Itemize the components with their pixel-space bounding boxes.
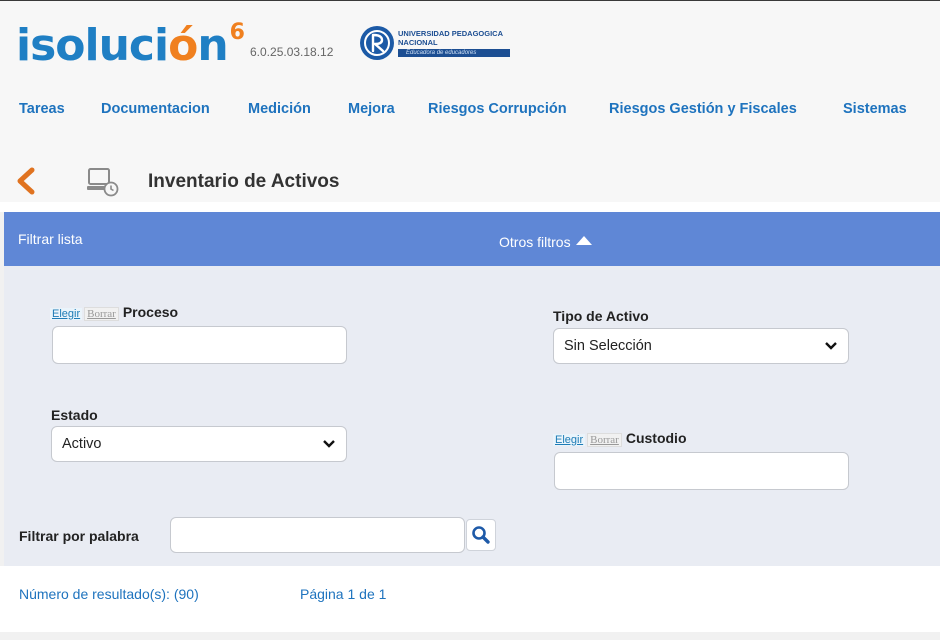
nav-item-mejora[interactable]: Mejora (348, 101, 395, 117)
divider (0, 202, 940, 212)
filter-panel: Elegir Borrar Proceso Tipo de Activo Sin… (4, 266, 940, 566)
page-title: Inventario de Activos (148, 171, 340, 192)
filter-list-label: Filtrar lista (18, 231, 83, 247)
header: isolución 6 6.0.25.03.18.12 UNIVERSIDAD … (0, 0, 940, 210)
logo-check-mark: ó (168, 20, 198, 71)
filter-bar: Filtrar lista Otros filtros (4, 212, 940, 266)
back-button[interactable] (14, 167, 38, 195)
chevron-down-icon (323, 440, 335, 448)
tipo-activo-select[interactable]: Sin Selección (553, 328, 849, 364)
nav-item-tareas[interactable]: Tareas (19, 101, 65, 117)
caret-up-icon (575, 236, 592, 245)
proceso-borrar-link[interactable]: Borrar (84, 307, 119, 321)
proceso-label: Proceso (122, 304, 179, 320)
university-name-line2: NACIONAL (398, 38, 438, 47)
nav-item-riesgos-corrupcion[interactable]: Riesgos Corrupción (428, 101, 567, 117)
custodio-borrar-link[interactable]: Borrar (587, 433, 622, 447)
keyword-input[interactable] (170, 517, 465, 553)
custodio-input[interactable] (554, 452, 849, 490)
estado-label: Estado (51, 407, 98, 423)
proceso-input[interactable] (52, 326, 347, 364)
tipo-activo-value: Sin Selección (564, 338, 652, 354)
chevron-down-icon (825, 342, 837, 350)
search-icon (472, 526, 490, 544)
version-text: 6.0.25.03.18.12 (250, 45, 334, 59)
proceso-elegir-link[interactable]: Elegir (50, 308, 83, 320)
custodio-label: Custodio (625, 430, 687, 446)
estado-value: Activo (62, 436, 102, 452)
university-logo: UNIVERSIDAD PEDAGOGICA NACIONAL Educador… (360, 25, 512, 61)
other-filters-label: Otros filtros (499, 234, 571, 250)
proceso-label-group: Elegir Borrar Proceso (50, 304, 178, 321)
university-motto: Educadora de educadores (398, 49, 510, 57)
pagination-info: Página 1 de 1 (300, 586, 387, 602)
nav-item-sistemas[interactable]: Sistemas (843, 101, 907, 117)
asset-inventory-icon (86, 167, 122, 197)
footer (0, 632, 940, 640)
custodio-elegir-link[interactable]: Elegir (553, 434, 586, 446)
nav-item-documentacion[interactable]: Documentacion (101, 101, 210, 117)
main-nav: Tareas Documentacion Medición Mejora Rie… (0, 101, 940, 123)
university-name-line1: UNIVERSIDAD PEDAGOGICA (398, 29, 504, 38)
custodio-label-group: Elegir Borrar Custodio (553, 430, 687, 447)
nav-item-medicion[interactable]: Medición (248, 101, 311, 117)
tipo-activo-label: Tipo de Activo (553, 308, 649, 324)
nav-item-riesgos-gestion-fiscales[interactable]: Riesgos Gestión y Fiscales (609, 101, 797, 117)
search-button[interactable] (466, 519, 496, 551)
keyword-filter-label: Filtrar por palabra (19, 528, 139, 544)
chevron-left-icon (17, 167, 35, 195)
estado-select[interactable]: Activo (51, 426, 347, 462)
results-bar: Número de resultado(s): (90) Página 1 de… (0, 566, 940, 632)
isolucion-logo[interactable]: isolución 6 (16, 19, 245, 75)
university-seal-icon (360, 26, 394, 60)
results-count: Número de resultado(s): (90) (19, 586, 199, 602)
other-filters-toggle[interactable]: Otros filtros (499, 234, 592, 250)
logo-text: isolución (16, 20, 229, 71)
page-header: Inventario de Activos (0, 159, 940, 203)
logo-version-number: 6 (229, 20, 245, 45)
